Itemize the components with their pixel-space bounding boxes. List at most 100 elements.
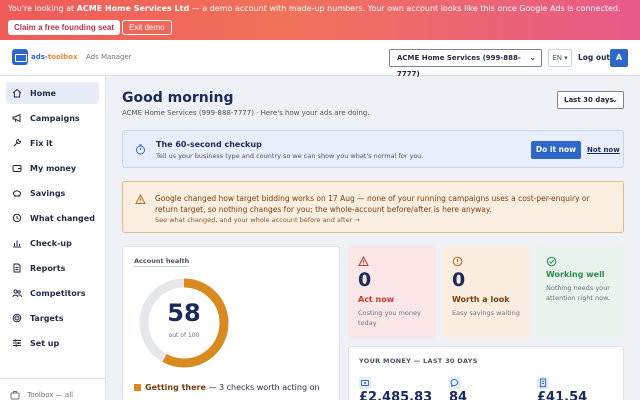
sidebar-item-set-up[interactable]: Set up [6, 332, 99, 354]
receipt-icon [537, 377, 549, 389]
toolbox-label: Toolbox — all [27, 391, 74, 399]
history-icon [12, 213, 22, 223]
act-now-label: Act now [358, 295, 395, 304]
notice-text: Google changed how target bidding works … [155, 194, 590, 214]
sidebar-item-label: Check-up [30, 238, 72, 248]
banner-account-name: ACME Home Services Ltd [76, 4, 190, 13]
health-score-out-of: out of 100 [168, 332, 200, 339]
health-status: Getting there — 3 checks worth acting on [134, 383, 320, 392]
sidebar-item-label: Home [30, 88, 56, 98]
stopwatch-icon [136, 144, 145, 155]
see-what-changed-link[interactable]: See what changed, and your whole account… [155, 216, 360, 224]
alert-triangle-icon [358, 256, 369, 266]
logo-text: ads-toolbox [31, 53, 78, 61]
account-select[interactable]: ACME Home Services (999-888-7777) ⌄ [389, 49, 542, 78]
account-select-value: ACME Home Services (999-888-7777) [397, 54, 521, 78]
wallet-icon [12, 165, 22, 172]
worth-a-look-count: 0 [452, 269, 466, 291]
money-spend-item: £2,485.83 [359, 374, 432, 400]
check-circle-icon [546, 256, 557, 267]
account-health-card: Account health 58 out of 100 Getting the… [122, 246, 340, 400]
demo-banner-text: You're looking at ACME Home Services Ltd… [8, 4, 621, 13]
cash-icon [359, 377, 371, 389]
act-now-count: 0 [358, 269, 372, 291]
warning-icon [135, 194, 146, 204]
demo-banner: You're looking at ACME Home Services Ltd… [0, 0, 640, 40]
chat-icon [449, 377, 461, 389]
bidding-change-notice: Google changed how target bidding works … [122, 181, 624, 233]
sidebar-item-my-money[interactable]: My money [6, 157, 99, 179]
ads-manager-label: Ads Manager [86, 53, 132, 61]
megaphone-icon [12, 113, 21, 123]
sidebar-item-targets[interactable]: Targets [6, 307, 99, 329]
chevron-down-icon: ⌄ [529, 53, 536, 62]
sidebar-item-label: My money [30, 163, 77, 173]
date-range-value: Last 30 days [564, 96, 614, 104]
people-icon [12, 289, 22, 298]
home-icon [12, 88, 22, 98]
page-subtitle: ACME Home Services (999-888-7777) · Here… [122, 109, 370, 117]
top-header: ads-toolbox Ads Manager ACME Home Servic… [0, 40, 640, 78]
sidebar-item-label: Targets [30, 313, 64, 323]
banner-prefix: You're looking at [8, 4, 77, 13]
checkup-title: The 60-second checkup [156, 140, 262, 149]
document-icon [13, 263, 21, 273]
sidebar-item-label: Savings [30, 188, 66, 198]
date-range-select[interactable]: Last 30 days ⌄ [557, 91, 624, 109]
working-well-card[interactable]: Working well Nothing needs your attentio… [536, 246, 624, 338]
money-cost-value: £41.54 [537, 390, 588, 400]
logo-text-accent: toolbox [47, 53, 78, 61]
working-well-label: Working well [546, 270, 605, 279]
sidebar-item-check-up[interactable]: Check-up [6, 232, 99, 254]
working-well-description: Nothing needs your attention right now. [546, 284, 610, 302]
money-title: YOUR MONEY — LAST 30 DAYS [359, 357, 478, 365]
not-now-link[interactable]: Not now [587, 146, 620, 154]
do-it-now-button[interactable]: Do it now [531, 141, 581, 159]
sidebar-divider [0, 378, 106, 379]
money-spend-value: £2,485.83 [359, 390, 433, 400]
worth-a-look-card[interactable]: 0 Worth a look Easy savings waiting [442, 246, 530, 338]
sliders-icon [13, 339, 21, 347]
piggy-bank-icon [12, 190, 22, 197]
act-now-card[interactable]: 0 Act now Costing you money today [348, 246, 436, 338]
language-select[interactable]: EN ▾ [548, 49, 572, 67]
sidebar-item-competitors[interactable]: Competitors [6, 282, 99, 304]
target-icon [12, 313, 22, 323]
status-square-icon [134, 384, 141, 391]
logo-text-main: ads- [31, 53, 48, 61]
avatar[interactable]: A [610, 49, 628, 67]
wrench-icon [13, 138, 22, 147]
info-circle-icon [452, 256, 463, 267]
sidebar-item-campaigns[interactable]: Campaigns [6, 107, 99, 129]
sidebar: Home Campaigns Fix it My money Savings W… [0, 76, 106, 400]
sidebar-item-label: Fix it [30, 138, 53, 148]
account-health-title: Account health [134, 257, 190, 265]
sidebar-item-home[interactable]: Home [6, 82, 99, 104]
sidebar-item-savings[interactable]: Savings [6, 182, 99, 204]
exit-demo-button[interactable]: Exit demo [122, 20, 172, 35]
bar-chart-icon [13, 240, 21, 248]
worth-a-look-description: Easy savings waiting [452, 309, 520, 317]
health-status-label: Getting there [145, 383, 206, 392]
toolbox-icon [10, 391, 20, 400]
sidebar-item-reports[interactable]: Reports [6, 257, 99, 279]
sidebar-item-what-changed[interactable]: What changed [6, 207, 99, 229]
money-card: YOUR MONEY — LAST 30 DAYS £2,485.83 84 £… [348, 346, 624, 400]
money-enquiries-value: 84 [449, 390, 468, 400]
money-enquiries-item: 84 [449, 374, 467, 400]
worth-a-look-label: Worth a look [452, 295, 510, 304]
sidebar-item-label: Set up [30, 338, 60, 348]
health-score: 58 [167, 299, 201, 327]
chevron-down-icon: ⌄ [611, 95, 618, 104]
sidebar-item-fix-it[interactable]: Fix it [6, 132, 99, 154]
toolbox-logo-icon [12, 49, 28, 65]
claim-founding-seat-button[interactable]: Claim a free founding seat [8, 20, 121, 35]
health-title-underline [134, 266, 189, 267]
logout-button[interactable]: Log out [578, 53, 610, 62]
sidebar-item-label: What changed [30, 213, 95, 223]
page-title: Good morning [122, 90, 234, 106]
checkup-description: Tell us your business type and country s… [156, 152, 424, 160]
toolbox-toggle[interactable]: Toolbox — all [10, 390, 73, 400]
logo[interactable]: ads-toolbox [12, 49, 78, 65]
checkup-card: The 60-second checkup Tell us your busin… [122, 130, 624, 168]
